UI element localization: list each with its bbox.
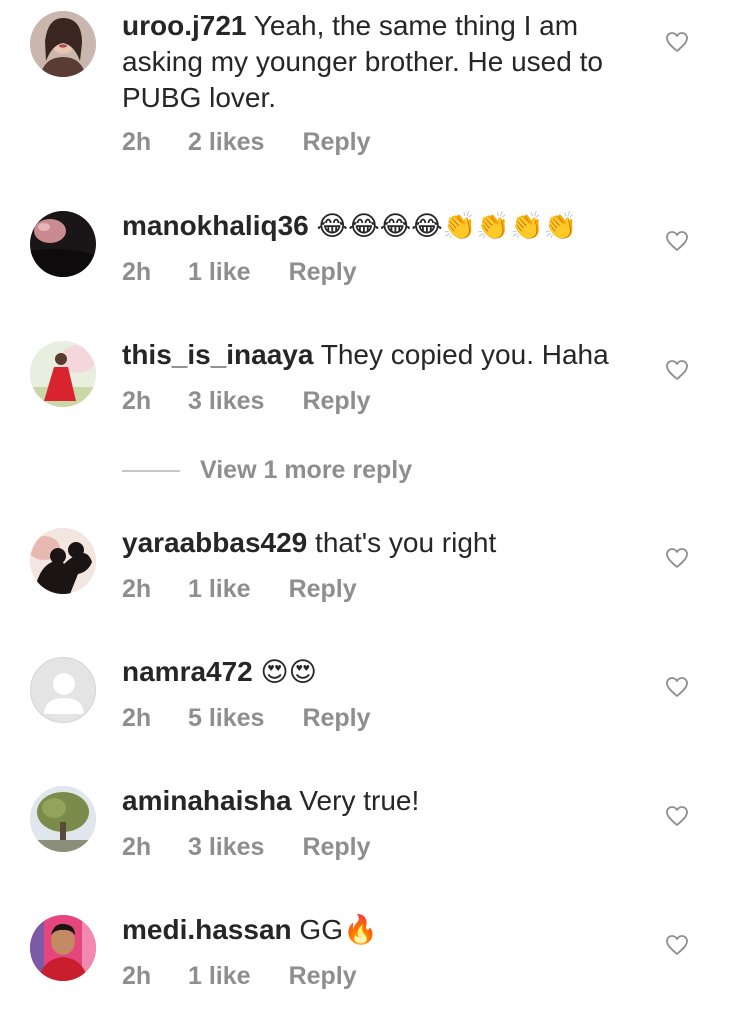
avatar[interactable] <box>30 341 96 407</box>
view-more-label[interactable]: View 1 more reply <box>200 456 412 485</box>
comment-username[interactable]: this_is_inaaya <box>122 339 313 370</box>
comment-likes[interactable]: 1 like <box>188 962 251 991</box>
avatar[interactable] <box>30 528 96 594</box>
comment-time: 2h <box>122 575 152 603</box>
comment-likes[interactable]: 3 likes <box>188 387 264 416</box>
girl-red-dress-icon <box>30 341 96 407</box>
divider-line <box>122 469 180 472</box>
man-portrait-icon <box>30 915 96 981</box>
comment-time: 2h <box>122 704 152 732</box>
dark-photo-icon <box>30 211 96 277</box>
like-heart-icon[interactable] <box>665 933 689 957</box>
reply-button[interactable]: Reply <box>302 704 370 733</box>
reply-button[interactable]: Reply <box>302 833 370 862</box>
comment-text: that's you right <box>315 527 497 558</box>
comment-text: They copied you. Haha <box>320 339 609 370</box>
avatar[interactable] <box>30 11 96 77</box>
avatar[interactable] <box>30 786 96 852</box>
comment-time: 2h <box>122 387 152 415</box>
like-heart-icon[interactable] <box>665 229 689 253</box>
comment-username[interactable]: aminahaisha <box>122 785 292 816</box>
comment-likes[interactable]: 2 likes <box>188 128 264 157</box>
view-more-replies[interactable]: View 1 more reply <box>122 456 412 485</box>
comment-text: 😍😍 <box>260 657 317 688</box>
comment-likes[interactable]: 3 likes <box>188 833 264 862</box>
woman-portrait-icon <box>30 11 96 77</box>
reply-button[interactable]: Reply <box>302 128 370 157</box>
comment-text: 😂😂😂😂👏👏👏👏 <box>316 211 578 242</box>
comment-time: 2h <box>122 962 152 990</box>
avatar[interactable] <box>30 915 96 981</box>
comment-likes[interactable]: 1 like <box>188 575 251 604</box>
comment-username[interactable]: medi.hassan <box>122 914 292 945</box>
comment-time: 2h <box>122 833 152 861</box>
reply-button[interactable]: Reply <box>302 387 370 416</box>
comment-username[interactable]: yaraabbas429 <box>122 527 307 558</box>
comment-username[interactable]: namra472 <box>122 656 253 687</box>
comment-username[interactable]: manokhaliq36 <box>122 210 309 241</box>
like-heart-icon[interactable] <box>665 30 689 54</box>
like-heart-icon[interactable] <box>665 546 689 570</box>
comment-time: 2h <box>122 128 152 156</box>
avatar[interactable] <box>30 657 96 723</box>
avatar[interactable] <box>30 211 96 277</box>
like-heart-icon[interactable] <box>665 675 689 699</box>
comment-time: 2h <box>122 258 152 286</box>
comment-likes[interactable]: 5 likes <box>188 704 264 733</box>
default-avatar-icon <box>31 658 95 722</box>
reply-button[interactable]: Reply <box>289 258 357 287</box>
like-heart-icon[interactable] <box>665 358 689 382</box>
like-heart-icon[interactable] <box>665 804 689 828</box>
comment-text: GG🔥 <box>299 914 378 945</box>
reply-button[interactable]: Reply <box>289 962 357 991</box>
comment-likes[interactable]: 1 like <box>188 258 251 287</box>
comment-username[interactable]: uroo.j721 <box>122 10 246 41</box>
silhouette-couple-icon <box>30 528 96 594</box>
tree-icon <box>30 786 96 852</box>
comment-text: Very true! <box>299 785 420 816</box>
reply-button[interactable]: Reply <box>289 575 357 604</box>
